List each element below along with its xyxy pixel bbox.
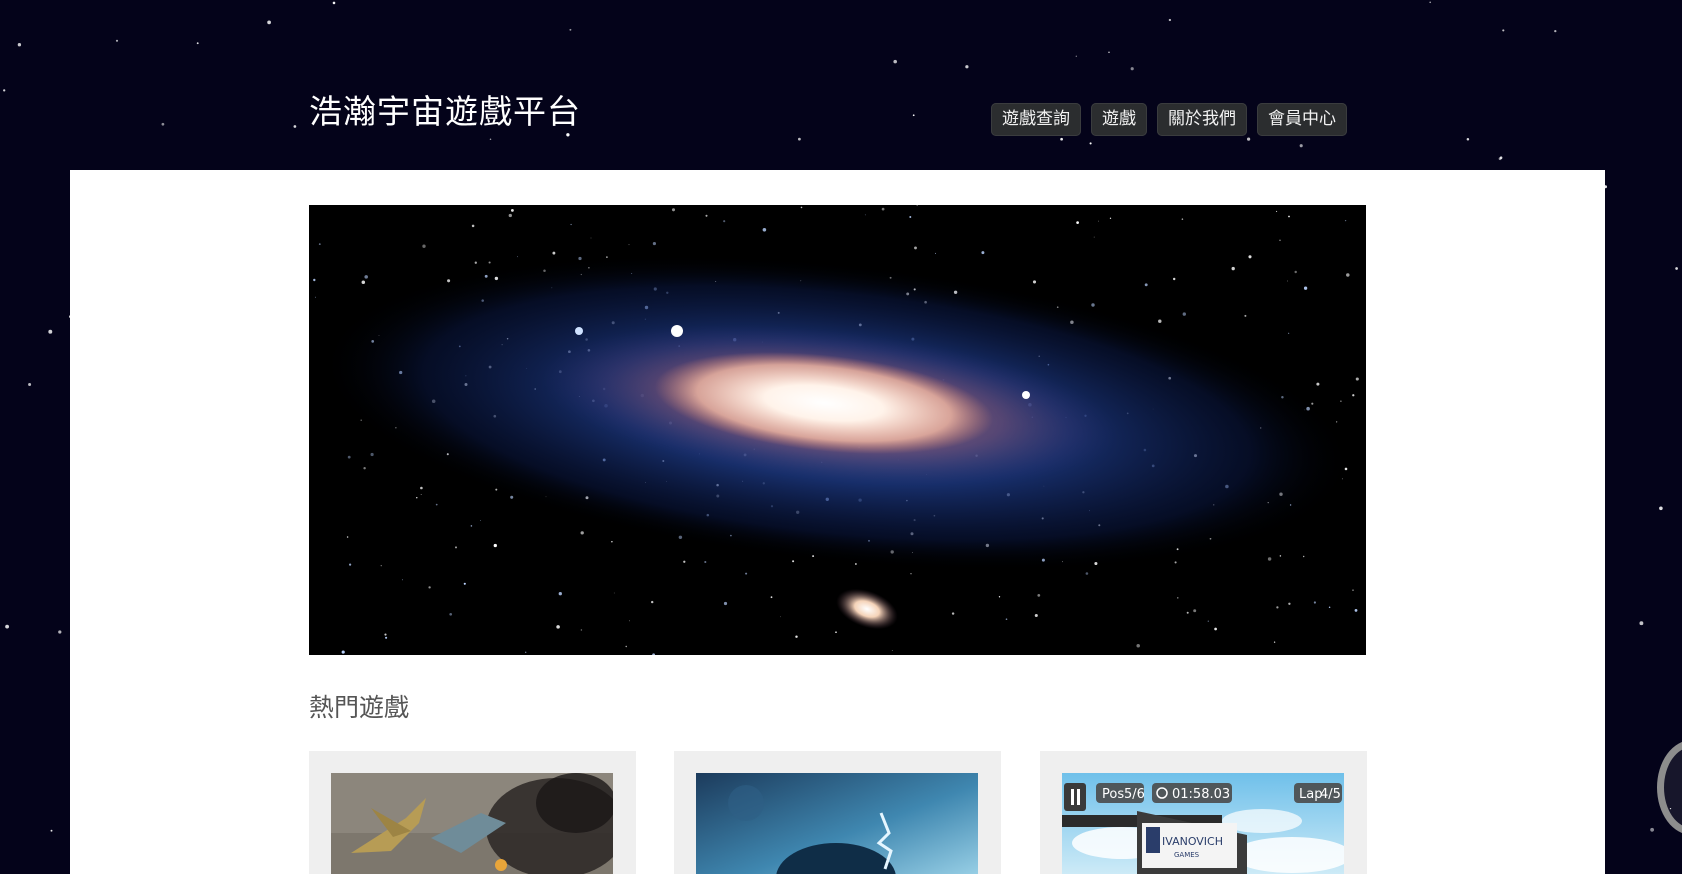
game-thumbnail-underwater[interactable]	[696, 773, 978, 874]
game-card[interactable]	[309, 751, 636, 874]
game-thumbnail-jet[interactable]	[331, 773, 613, 874]
sign-brand-text: IVANOVICH	[1162, 835, 1223, 848]
nav-game-search[interactable]: 遊戲查詢	[991, 103, 1081, 136]
sign-sub-text: GAMES	[1174, 851, 1200, 859]
game-card[interactable]: Pos 5/6 01:58.03 Lap 4/5 IVANOVICH GAMES	[1040, 751, 1367, 874]
nav-games[interactable]: 遊戲	[1091, 103, 1147, 136]
hud-race-time: 01:58.03	[1172, 787, 1230, 802]
hud-lap-label: Lap	[1299, 787, 1322, 802]
game-card[interactable]	[674, 751, 1001, 874]
brand-logo-icon	[1146, 827, 1160, 853]
hud-pos-label: Pos	[1102, 787, 1124, 802]
nav-about-us[interactable]: 關於我們	[1157, 103, 1247, 136]
hud-lap-value: 4/5	[1320, 787, 1341, 802]
pause-icon[interactable]	[1064, 783, 1086, 811]
hud-pos-value: 5/6	[1124, 787, 1145, 802]
site-title[interactable]: 浩瀚宇宙遊戲平台	[309, 88, 581, 136]
main-nav: 遊戲查詢 遊戲 關於我們 會員中心	[991, 103, 1347, 136]
game-thumbnail-racing[interactable]: Pos 5/6 01:58.03 Lap 4/5 IVANOVICH GAMES	[1062, 773, 1344, 874]
popular-games-heading: 熱門遊戲	[309, 693, 410, 722]
hero-galaxy-image	[309, 205, 1366, 655]
nav-member-center[interactable]: 會員中心	[1257, 103, 1347, 136]
